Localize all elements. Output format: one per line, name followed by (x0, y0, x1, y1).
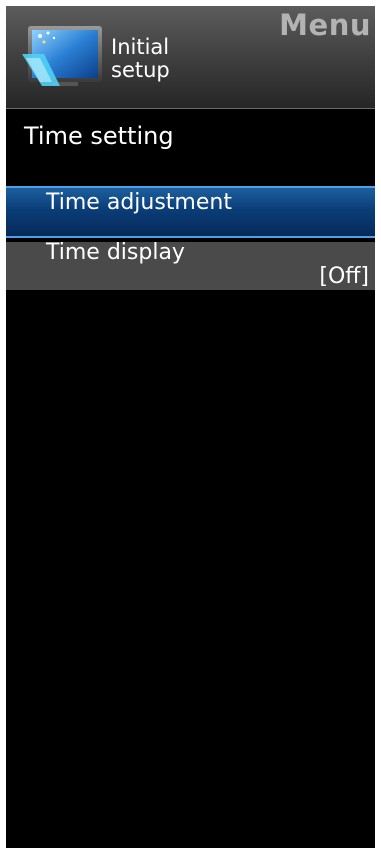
header-label-line1: Initial (111, 35, 170, 59)
menu-header: Initial setup Menu (6, 6, 375, 109)
menu-title: Menu (279, 8, 371, 42)
header-label-line2: setup (111, 58, 170, 82)
menu-item-value: [Off] (319, 264, 369, 289)
menu-screen: Initial setup Menu Time setting Time adj… (6, 6, 375, 848)
menu-item-time-adjustment[interactable]: Time adjustment (6, 186, 375, 238)
section-title: Time setting (24, 122, 174, 150)
menu-item-label: Time display (46, 240, 185, 265)
initial-setup-label: Initial setup (111, 36, 231, 82)
initial-setup-icon (22, 26, 102, 86)
menu-item-label: Time adjustment (46, 190, 232, 215)
menu-item-time-display[interactable]: Time display [Off] (6, 240, 375, 290)
